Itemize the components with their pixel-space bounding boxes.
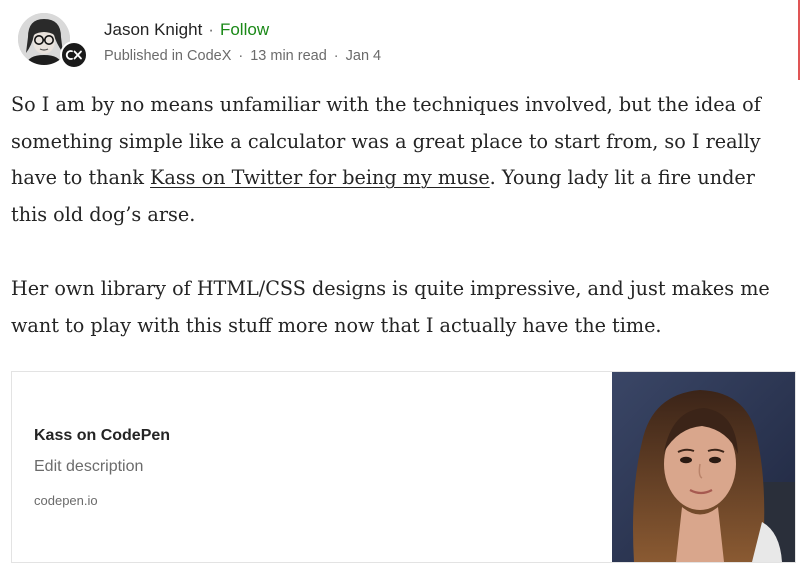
embed-description: Edit description: [34, 458, 144, 475]
follow-button[interactable]: Follow: [220, 20, 269, 39]
read-time: 13 min read: [250, 48, 327, 64]
kass-twitter-link[interactable]: Kass on Twitter for being my muse: [150, 166, 490, 189]
codex-logo-icon[interactable]: [60, 41, 88, 69]
separator-dot: ·: [208, 20, 214, 39]
embed-text-block: Kass on CodePen Edit description codepen…: [34, 424, 170, 510]
author-bar: Jason Knight · Follow Published in CodeX · 1…: [18, 10, 778, 70]
article-paragraph-1: So I am by no means unfamiliar with the …: [11, 87, 796, 233]
byline: Jason Knight · Follow Published in CodeX · 1…: [104, 18, 381, 66]
article-paragraph-2: Her own library of HTML/CSS designs is q…: [11, 277, 770, 337]
embed-title: Kass on CodePen: [34, 427, 171, 444]
byline-row: Jason Knight · Follow: [104, 18, 381, 42]
separator-dot: ·: [238, 48, 244, 64]
publication-link[interactable]: CodeX: [187, 48, 231, 64]
separator-dot: ·: [333, 48, 339, 64]
article-page: Jason Knight · Follow Published in CodeX · 1…: [0, 0, 800, 585]
avatar-group: [18, 13, 88, 71]
published-in-label: Published in: [104, 48, 183, 64]
codex-glyph: [65, 50, 82, 60]
embed-thumbnail-image: [612, 372, 795, 562]
link-embed-card[interactable]: Kass on CodePen Edit description codepen…: [11, 371, 796, 563]
publication-row: Published in CodeX · 13 min read · Jan 4: [104, 46, 381, 66]
embed-thumbnail: [612, 372, 795, 562]
author-name[interactable]: Jason Knight: [104, 20, 202, 39]
embed-domain: codepen.io: [34, 493, 98, 508]
publish-date: Jan 4: [345, 48, 382, 64]
